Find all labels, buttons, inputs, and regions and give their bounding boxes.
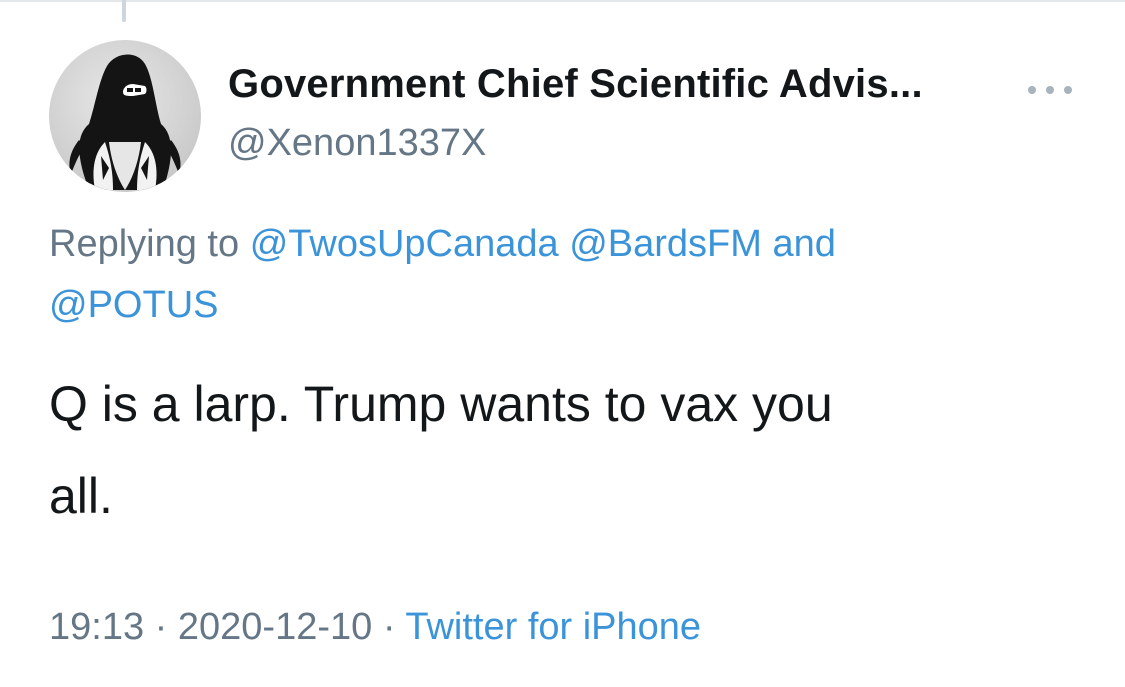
avatar[interactable] xyxy=(49,40,201,192)
more-horizontal-icon xyxy=(1028,86,1072,94)
more-options-button[interactable] xyxy=(1022,72,1078,108)
thread-connector-line xyxy=(122,0,126,22)
tweet-time: 19:13 xyxy=(49,606,145,648)
tweet-source-link[interactable]: Twitter for iPhone xyxy=(405,606,701,648)
tweet-text: Q is a larp. Trump wants to vax you all. xyxy=(49,376,833,524)
mention-potus[interactable]: @POTUS xyxy=(49,284,218,326)
meta-separator: · xyxy=(154,606,168,648)
tweet-detail: Government Chief Scientific Advis... @Xe… xyxy=(0,0,1125,687)
reply-context: Replying to @TwosUpCanada @BardsFM and @… xyxy=(49,214,1009,336)
mention-twosupcanada[interactable]: @TwosUpCanada xyxy=(250,223,559,265)
tweet-metadata: 19:13 · 2020-12-10 · Twitter for iPhone xyxy=(49,606,701,649)
mention-bardsfm[interactable]: @BardsFM xyxy=(569,223,762,265)
tweet-date: 2020-12-10 xyxy=(177,606,373,648)
author-handle[interactable]: @Xenon1337X xyxy=(228,122,486,165)
reply-prefix: Replying to xyxy=(49,223,240,265)
meta-separator: · xyxy=(382,606,396,648)
author-display-name[interactable]: Government Chief Scientific Advis... xyxy=(228,62,923,107)
hooded-figure-avatar-icon xyxy=(69,54,181,190)
top-divider xyxy=(0,0,1125,2)
reply-conjunction: and xyxy=(772,223,836,265)
